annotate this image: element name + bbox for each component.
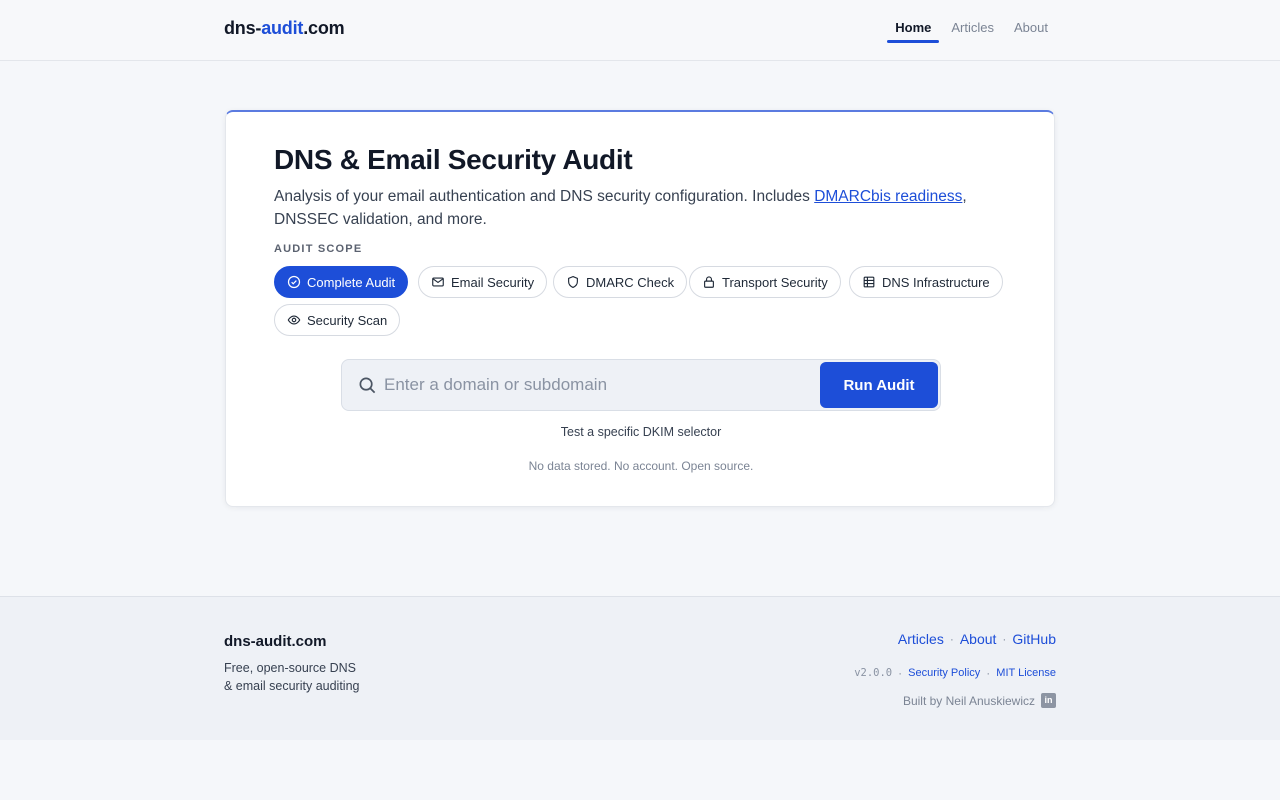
chip-email-security[interactable]: Email Security <box>418 266 548 298</box>
chip-dmarc-check[interactable]: DMARC Check <box>553 266 688 298</box>
separator-dot: · <box>949 632 954 646</box>
domain-search-bar: Run Audit <box>341 359 941 411</box>
page-description: Analysis of your email authentication an… <box>274 188 967 228</box>
footer: dns-audit.com Free, open-source DNS & ema… <box>0 596 1280 740</box>
nav-articles[interactable]: Articles <box>943 0 1002 61</box>
security-policy-link[interactable]: Security Policy <box>908 667 980 679</box>
top-navbar: dns-audit.com Home Articles About <box>0 0 1280 61</box>
privacy-note: No data stored. No account. Open source. <box>528 459 754 473</box>
built-by-text: Built by Neil Anuskiewicz <box>902 693 1035 708</box>
shield-icon <box>568 275 578 289</box>
brand-logo[interactable]: dns-audit.com <box>224 18 345 39</box>
footer-link-github[interactable]: GitHub <box>1012 631 1056 647</box>
dmarcbis-link[interactable]: DMARCbis readiness <box>814 188 962 205</box>
nav-home[interactable]: Home <box>887 0 940 61</box>
footer-link-about[interactable]: About <box>960 631 997 647</box>
main-nav: Home Articles About <box>883 0 1056 61</box>
chip-dns-infrastructure[interactable]: DNS Infrastructure <box>849 266 1003 298</box>
footer-brand: dns-audit.com <box>224 633 327 650</box>
eye-icon <box>287 315 301 325</box>
table-icon <box>863 276 875 288</box>
footer-links: Articles · About · GitHub <box>898 631 1056 647</box>
search-icon <box>359 377 376 394</box>
audit-card: DNS & Email Security Audit Analysis of y… <box>225 110 1055 507</box>
footer-link-articles[interactable]: Articles <box>898 631 944 647</box>
built-by: Built by Neil Anuskiewicz in <box>903 693 1056 708</box>
mail-icon <box>432 277 444 287</box>
check-circle-icon <box>287 275 301 289</box>
version-label: v2.0.0 <box>854 667 893 679</box>
linkedin-icon[interactable]: in <box>1041 693 1056 708</box>
footer-tagline: Free, open-source DNS & email security au… <box>224 661 360 693</box>
run-audit-button[interactable]: Run Audit <box>820 362 938 408</box>
separator-dot: · <box>898 666 903 680</box>
chip-complete-audit[interactable]: Complete Audit <box>274 266 409 298</box>
nav-about[interactable]: About <box>1006 0 1056 61</box>
separator-dot: · <box>1002 632 1007 646</box>
separator-dot: · <box>986 666 991 680</box>
domain-input[interactable] <box>384 370 814 400</box>
dkim-selector-link[interactable]: Test a specific DKIM selector <box>226 425 1056 439</box>
page-title: DNS & Email Security Audit <box>274 144 633 175</box>
lock-icon <box>704 276 714 288</box>
audit-scope-label: AUDIT SCOPE <box>274 243 363 255</box>
footer-meta: v2.0.0 · Security Policy · MIT License <box>854 666 1056 680</box>
chip-security-scan[interactable]: Security Scan <box>274 304 401 336</box>
chip-transport-security[interactable]: Transport Security <box>689 266 841 298</box>
license-link[interactable]: MIT License <box>996 667 1056 679</box>
